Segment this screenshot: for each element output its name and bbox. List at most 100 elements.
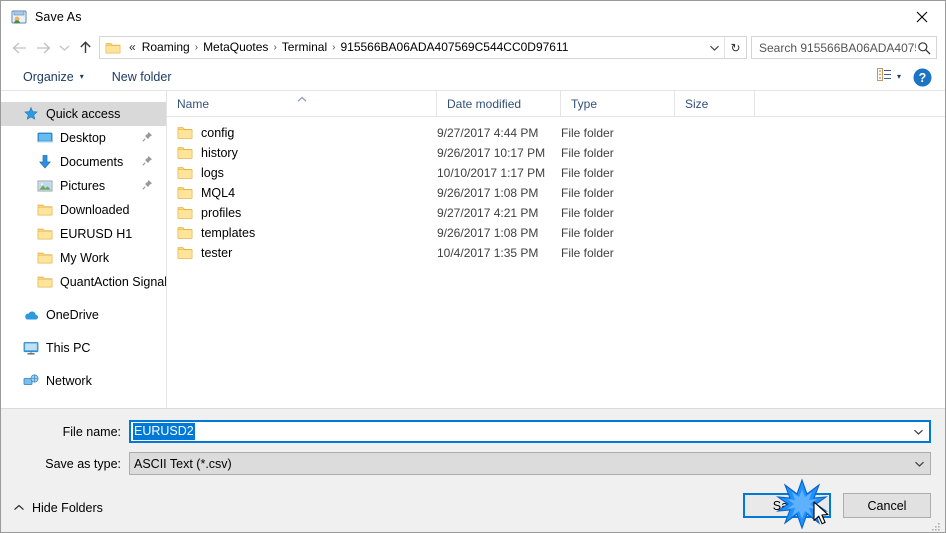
folder-icon bbox=[37, 202, 53, 218]
breadcrumb-separator-icon[interactable]: › bbox=[271, 37, 278, 58]
column-header-type[interactable]: Type bbox=[561, 90, 675, 117]
column-header-label: Size bbox=[685, 96, 709, 111]
network-icon bbox=[23, 373, 39, 389]
address-bar[interactable]: « Roaming › MetaQuotes › Terminal › 9155… bbox=[99, 36, 747, 59]
sidebar-item-documents[interactable]: Documents bbox=[1, 150, 166, 174]
file-name-cell[interactable]: logs bbox=[167, 166, 437, 180]
table-row[interactable]: tester 10/4/2017 1:35 PM File folder bbox=[167, 243, 945, 263]
file-type-row: Save as type: ASCII Text (*.csv) bbox=[1, 452, 945, 475]
save-as-type-select[interactable]: ASCII Text (*.csv) bbox=[129, 452, 931, 475]
breadcrumb-item-metaquotes[interactable]: MetaQuotes bbox=[200, 37, 271, 58]
breadcrumb-item-current-folder[interactable]: 915566BA06ADA407569C544CC0D97611 bbox=[337, 37, 571, 58]
window-title: Save As bbox=[35, 9, 82, 24]
save-form: File name: EURUSD2 Save as type: ASCII T… bbox=[1, 408, 945, 484]
file-type-cell: File folder bbox=[561, 126, 614, 140]
sidebar-item-downloaded[interactable]: Downloaded bbox=[1, 198, 166, 222]
navigation-bar: « Roaming › MetaQuotes › Terminal › 9155… bbox=[1, 32, 945, 63]
table-row[interactable]: history 9/26/2017 10:17 PM File folder bbox=[167, 143, 945, 163]
chevron-down-icon: ▾ bbox=[79, 71, 84, 81]
column-header-date-modified[interactable]: Date modified bbox=[437, 90, 561, 117]
file-name-label: history bbox=[201, 146, 238, 160]
file-list-pane: Name Date modified Type Size config 9/27… bbox=[167, 90, 945, 408]
documents-icon bbox=[37, 154, 53, 170]
file-name-cell[interactable]: MQL4 bbox=[167, 186, 437, 200]
folder-icon bbox=[177, 186, 193, 200]
column-headers: Name Date modified Type Size bbox=[167, 90, 945, 117]
search-icon[interactable] bbox=[916, 41, 932, 55]
table-row[interactable]: MQL4 9/26/2017 1:08 PM File folder bbox=[167, 183, 945, 203]
file-date-cell: 9/26/2017 1:08 PM bbox=[437, 226, 539, 240]
file-type-cell: File folder bbox=[561, 206, 614, 220]
sidebar-item-pictures[interactable]: Pictures bbox=[1, 174, 166, 198]
table-row[interactable]: profiles 9/27/2017 4:21 PM File folder bbox=[167, 203, 945, 223]
pin-icon[interactable] bbox=[142, 179, 153, 193]
column-header-size[interactable]: Size bbox=[675, 90, 755, 117]
cancel-button-label: Cancel bbox=[867, 498, 907, 513]
sidebar-item-this-pc[interactable]: This PC bbox=[1, 336, 166, 360]
breadcrumb-item-terminal[interactable]: Terminal bbox=[279, 37, 330, 58]
file-name-cell[interactable]: profiles bbox=[167, 206, 437, 220]
new-folder-button[interactable]: New folder bbox=[106, 67, 178, 87]
chevron-down-icon[interactable] bbox=[908, 453, 930, 474]
sidebar-item-desktop[interactable]: Desktop bbox=[1, 126, 166, 150]
sidebar-item-label: Downloaded bbox=[60, 203, 130, 217]
save-as-dialog: Save As « Roaming › MetaQuotes › Termina… bbox=[0, 0, 946, 533]
breadcrumb-item-roaming[interactable]: Roaming bbox=[139, 37, 193, 58]
sidebar-item-network[interactable]: Network bbox=[1, 369, 166, 393]
folder-icon bbox=[105, 41, 121, 55]
table-row[interactable]: config 9/27/2017 4:44 PM File folder bbox=[167, 123, 945, 143]
file-name-label: File name: bbox=[62, 424, 121, 439]
sidebar-item-quick-access[interactable]: Quick access bbox=[1, 102, 166, 126]
table-row[interactable]: templates 9/26/2017 1:08 PM File folder bbox=[167, 223, 945, 243]
recent-locations-chevron-down-icon[interactable] bbox=[55, 36, 73, 60]
sidebar-item-quantaction-signal[interactable]: QuantAction Signal bbox=[1, 270, 166, 294]
organize-button[interactable]: Organize ▾ bbox=[17, 67, 90, 87]
hide-folders-button[interactable]: Hide Folders bbox=[13, 501, 103, 515]
breadcrumb-overflow[interactable]: « bbox=[125, 37, 139, 58]
svg-text:?: ? bbox=[918, 71, 926, 85]
sidebar-item-onedrive[interactable]: OneDrive bbox=[1, 303, 166, 327]
file-name-cell[interactable]: templates bbox=[167, 226, 437, 240]
table-row[interactable]: logs 10/10/2017 1:17 PM File folder bbox=[167, 163, 945, 183]
sidebar-item-label: EURUSD H1 bbox=[60, 227, 133, 241]
chevron-down-icon[interactable] bbox=[907, 422, 929, 441]
desktop-icon bbox=[37, 130, 53, 146]
up-icon[interactable] bbox=[73, 36, 97, 60]
hide-folders-label: Hide Folders bbox=[32, 501, 103, 515]
sidebar-item-my-work[interactable]: My Work bbox=[1, 246, 166, 270]
view-options-button[interactable]: ▾ bbox=[873, 66, 905, 88]
sidebar-item-label: Pictures bbox=[60, 179, 106, 193]
file-type-cell: File folder bbox=[561, 186, 614, 200]
search-input[interactable]: Search 915566BA06ADA40756... bbox=[751, 36, 937, 59]
resize-grip[interactable] bbox=[931, 519, 941, 531]
pin-icon[interactable] bbox=[142, 131, 153, 145]
command-bar-right: ▾ ? bbox=[873, 63, 935, 91]
forward-icon[interactable] bbox=[31, 36, 55, 60]
breadcrumb-separator-icon[interactable]: › bbox=[330, 37, 337, 58]
file-type-cell: File folder bbox=[561, 226, 614, 240]
folder-icon bbox=[177, 206, 193, 220]
sidebar-item-eurusd-h1[interactable]: EURUSD H1 bbox=[1, 222, 166, 246]
save-button[interactable]: Save bbox=[743, 493, 831, 518]
close-icon[interactable] bbox=[899, 1, 945, 32]
help-icon[interactable]: ? bbox=[909, 64, 935, 90]
file-name-cell[interactable]: history bbox=[167, 146, 437, 160]
address-chevron-down-icon[interactable] bbox=[704, 37, 724, 58]
chevron-up-icon bbox=[13, 501, 25, 515]
file-name-label: tester bbox=[201, 246, 233, 260]
refresh-icon[interactable]: ↻ bbox=[724, 37, 746, 58]
navigation-sidebar: Quick access Desktop Documents Pictures … bbox=[1, 91, 167, 408]
folder-icon bbox=[177, 166, 193, 180]
column-header-label: Date modified bbox=[447, 96, 522, 111]
dialog-buttons: Save Cancel bbox=[743, 493, 931, 518]
file-date-cell: 10/4/2017 1:35 PM bbox=[437, 246, 539, 260]
column-header-name[interactable]: Name bbox=[167, 90, 437, 117]
file-name-input[interactable]: EURUSD2 bbox=[129, 420, 931, 443]
file-name-cell[interactable]: tester bbox=[167, 246, 437, 260]
cancel-button[interactable]: Cancel bbox=[843, 493, 931, 518]
back-icon[interactable] bbox=[7, 36, 31, 60]
pin-icon[interactable] bbox=[142, 155, 153, 169]
file-name-cell[interactable]: config bbox=[167, 126, 437, 140]
chevron-down-icon: ▾ bbox=[896, 72, 901, 81]
breadcrumb-separator-icon[interactable]: › bbox=[193, 37, 200, 58]
